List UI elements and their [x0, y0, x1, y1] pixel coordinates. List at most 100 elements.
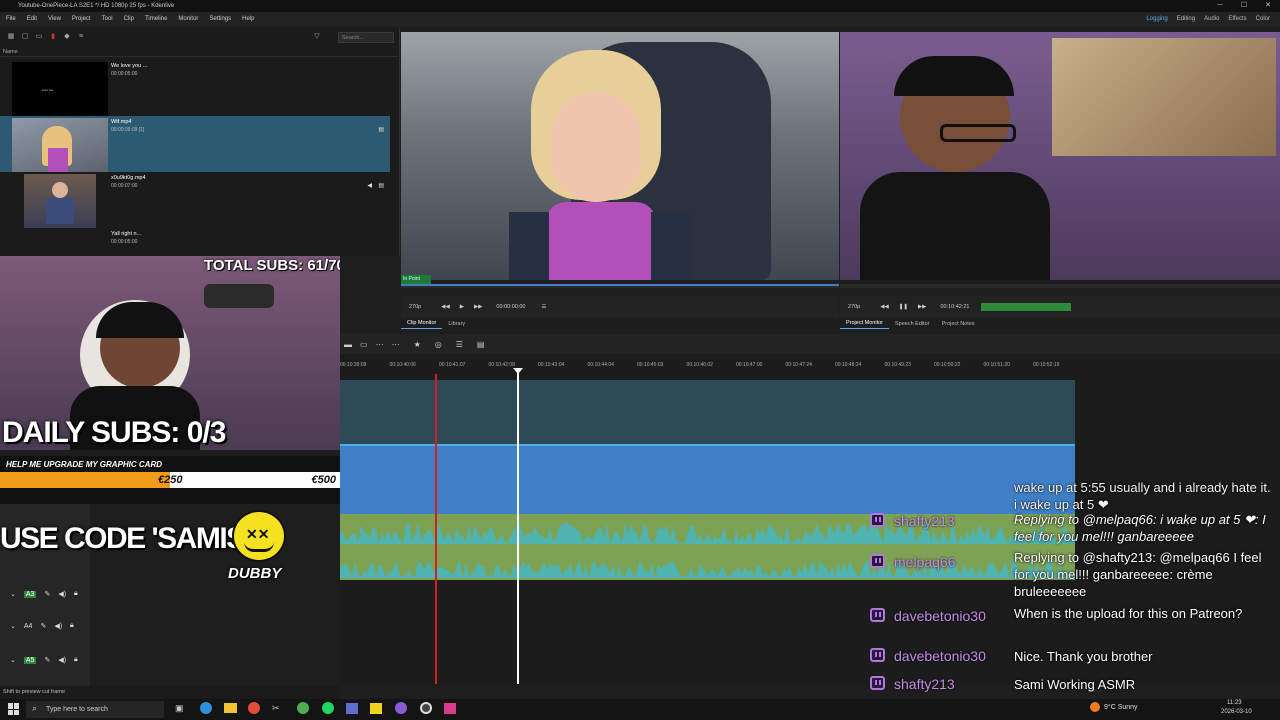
bin-clip[interactable]: Yall right n... 00:00:05:00 — [0, 228, 390, 256]
mute-icon[interactable]: ◀) — [54, 622, 62, 630]
tab-project-notes[interactable]: Project Notes — [936, 319, 981, 329]
ruler-tick-label: 00:10:40:06 — [389, 362, 416, 368]
track-label[interactable]: A3 — [23, 590, 37, 598]
app-icon[interactable] — [444, 703, 456, 714]
menu-clip[interactable]: Clip — [124, 12, 134, 26]
menu-timeline[interactable]: Timeline — [145, 12, 167, 26]
chat-text: Sami Working ASMR — [1014, 677, 1136, 692]
mode-editing[interactable]: Editing — [1177, 12, 1195, 26]
mode-effects[interactable]: Effects — [1228, 12, 1246, 26]
project-monitor[interactable] — [840, 32, 1280, 280]
app-icon[interactable] — [297, 702, 309, 714]
lock-icon[interactable]: 🔒︎ — [74, 590, 78, 598]
ruler-tick-label: 00:10:39:09 — [340, 362, 367, 368]
clip-timecode[interactable]: 00:00:00:00 — [496, 304, 525, 310]
lock-icon[interactable]: 🔒︎ — [74, 656, 78, 664]
edge-icon[interactable] — [200, 702, 212, 714]
project-monitor-controls: 270p ◀◀ ❚❚ ▶▶ 00:10:42:21 — [840, 296, 1280, 318]
mode-logging[interactable]: Logging — [1146, 12, 1167, 26]
track-label[interactable]: A4 — [24, 623, 33, 630]
edit-icon[interactable]: ✎ — [40, 622, 46, 630]
mute-icon[interactable]: ◀) — [58, 590, 66, 598]
tool-icon[interactable]: ✂ — [272, 703, 280, 714]
clip-resolution-select[interactable]: 270p — [409, 304, 421, 310]
edit-icon[interactable]: ✎ — [44, 656, 50, 664]
project-timecode[interactable]: 00:10:42:21 — [940, 304, 969, 310]
task-view-icon[interactable]: ▣ — [175, 703, 184, 714]
menu-project[interactable]: Project — [72, 12, 91, 26]
project-forward-button[interactable]: ▶▶ — [918, 304, 926, 310]
timeline-ruler[interactable]: 00:10:39:09 00:10:40:06 00:10:41:07 00:10:4… — [340, 362, 1080, 374]
menu-edit[interactable]: Edit — [27, 12, 37, 26]
mute-icon[interactable]: ◀) — [58, 656, 66, 664]
mode-color[interactable]: Color — [1256, 12, 1270, 26]
spacer-tool-icon[interactable]: ⋯ — [392, 340, 400, 349]
video-track-v2[interactable] — [340, 380, 1075, 444]
tab-project-monitor[interactable]: Project Monitor — [840, 318, 889, 329]
app-icon[interactable] — [395, 702, 407, 714]
clip-play-back-button[interactable]: ◀◀ — [441, 304, 449, 310]
mode-audio[interactable]: Audio — [1204, 12, 1219, 26]
tag-icon[interactable]: ◆ — [62, 33, 72, 41]
menu-view[interactable]: View — [48, 12, 61, 26]
project-monitor-ruler[interactable] — [840, 284, 1280, 288]
clip-name: Yall right n... — [111, 231, 142, 237]
expand-icon[interactable]: ⌄ — [10, 590, 16, 598]
tab-library[interactable]: Library — [442, 319, 471, 329]
timeline-menu-icon[interactable]: ▤ — [477, 340, 485, 349]
app-icon[interactable] — [370, 703, 382, 714]
tab-clip-monitor[interactable]: Clip Monitor — [401, 318, 443, 329]
project-pause-button[interactable]: ❚❚ — [899, 304, 908, 310]
menu-help[interactable]: Help — [242, 12, 254, 26]
favorite-icon[interactable]: ★ — [414, 340, 421, 349]
add-clip-icon[interactable]: ▢ — [20, 33, 30, 41]
track-label[interactable]: A5 — [23, 656, 37, 664]
edit-icon[interactable]: ✎ — [44, 590, 50, 598]
menu-tool[interactable]: Tool — [102, 12, 113, 26]
spotify-icon[interactable] — [322, 702, 334, 714]
mix-icon[interactable]: ☰ — [456, 340, 463, 349]
clock-date[interactable]: 2026-03-10 — [1221, 709, 1252, 715]
windows-start-icon[interactable] — [8, 703, 20, 715]
record-icon[interactable]: ▮ — [48, 33, 58, 41]
weather-text[interactable]: 9°C Sunny — [1104, 704, 1138, 711]
bin-clip-selected[interactable]: Wtf.mp4 00:00:09:09 [1] ▤ — [0, 116, 390, 172]
select-tool-icon[interactable]: ▭ — [360, 340, 368, 349]
taskbar-search-input[interactable]: Type here to search — [26, 701, 164, 718]
clip-monitor-ruler[interactable] — [401, 284, 839, 288]
bin-search-input[interactable]: Search... — [338, 32, 394, 43]
clip-menu-icon[interactable]: ☰ — [541, 304, 546, 310]
clip-forward-button[interactable]: ▶▶ — [474, 304, 482, 310]
menu-file[interactable]: File — [6, 12, 16, 26]
menu-monitor[interactable]: Monitor — [178, 12, 198, 26]
clip-play-button[interactable]: ▶ — [460, 304, 464, 310]
expand-icon[interactable]: ⌄ — [10, 622, 16, 630]
obs-icon[interactable] — [420, 702, 432, 714]
tab-speech-editor[interactable]: Speech Editor — [889, 319, 936, 329]
project-play-back-button[interactable]: ◀◀ — [880, 304, 888, 310]
filter-icon[interactable]: ▽ — [312, 33, 322, 41]
project-resolution-select[interactable]: 270p — [848, 304, 860, 310]
minimize-button[interactable]: ─ — [1208, 0, 1232, 12]
bin-clip[interactable]: ᴸᵒᵛᵉ ʸᵒᵘ We love you ... 00:00:05:00 — [0, 60, 390, 116]
close-button[interactable]: ✕ — [1256, 0, 1280, 12]
timeline-playhead[interactable] — [517, 370, 519, 684]
track-tool-icon[interactable]: ▬ — [344, 340, 352, 349]
menu-settings[interactable]: Settings — [209, 12, 231, 26]
expand-icon[interactable]: ⌄ — [10, 656, 16, 664]
in-point-marker: In Point — [401, 275, 431, 284]
clock-time[interactable]: 11:23 — [1227, 700, 1242, 706]
clip-monitor[interactable] — [401, 32, 839, 280]
menu-icon[interactable]: ≡ — [76, 33, 86, 41]
file-explorer-icon[interactable] — [224, 703, 237, 713]
bin-clip[interactable]: x0u9kt0g.mp4 00:00:07:00 ◀ ▤ — [0, 172, 390, 228]
razor-tool-icon[interactable]: ⋯ — [376, 340, 384, 349]
playhead-handle[interactable] — [513, 368, 523, 374]
maximize-button[interactable]: ☐ — [1232, 0, 1256, 12]
view-mode-icon[interactable]: ▦ — [6, 33, 16, 41]
chrome-icon[interactable] — [248, 702, 260, 714]
lock-icon[interactable]: 🔒︎ — [70, 622, 74, 630]
snap-icon[interactable]: ◎ — [435, 340, 442, 349]
folder-icon[interactable]: ▭ — [34, 33, 44, 41]
kdenlive-icon[interactable] — [346, 703, 358, 714]
